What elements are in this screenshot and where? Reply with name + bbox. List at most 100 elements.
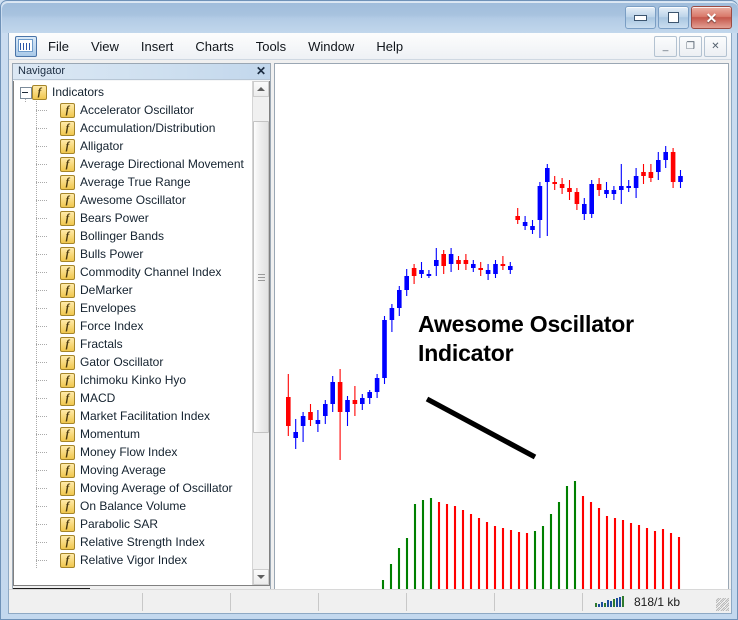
scroll-down-button[interactable] [253,569,269,585]
navigator-close-icon[interactable]: ✕ [256,64,266,79]
tree-item-label: Awesome Oscillator [80,193,186,207]
tree-item-moving-average-of-oscillator[interactable]: f Moving Average of Oscillator [14,479,252,497]
chevron-down-icon [257,575,265,579]
client-area: File View Insert Charts Tools Window Hel… [8,33,732,614]
tree-item-momentum[interactable]: f Momentum [14,425,252,443]
tree-item-label: MACD [80,391,116,405]
tree-item-parabolic-sar[interactable]: f Parabolic SAR [14,515,252,533]
tree-item-label: Force Index [80,319,144,333]
tree-item-force-index[interactable]: f Force Index [14,317,252,335]
tree-item-accumulation-distribution[interactable]: f Accumulation/Distribution [14,119,252,137]
minimize-icon [634,14,647,21]
tree-item-relative-strength-index[interactable]: f Relative Strength Index [14,533,252,551]
indicator-function-icon: f [60,120,75,136]
tree-item-awesome-oscillator[interactable]: f Awesome Oscillator [14,191,252,209]
scroll-up-button[interactable] [253,81,269,97]
tree-item-commodity-channel-index[interactable]: f Commodity Channel Index [14,263,252,281]
tree-item-envelopes[interactable]: f Envelopes [14,299,252,317]
tree-item-label: Bears Power [80,211,149,225]
mdi-close-button[interactable]: ✕ [704,35,727,57]
tree-item-money-flow-index[interactable]: f Money Flow Index [14,443,252,461]
menu-item-tools[interactable]: Tools [245,35,297,58]
tree-item-moving-average[interactable]: f Moving Average [14,461,252,479]
tree-item-label: Relative Vigor Index [80,553,188,567]
indicator-function-icon: f [60,174,75,190]
collapse-toggle-icon[interactable] [20,87,32,99]
window-frame: ✕ File View Insert Charts Tools Window H… [0,0,738,620]
menu-item-insert[interactable]: Insert [130,35,185,58]
menu-item-file[interactable]: File [37,35,80,58]
tree-item-bollinger-bands[interactable]: f Bollinger Bands [14,227,252,245]
tree-item-bulls-power[interactable]: f Bulls Power [14,245,252,263]
indicator-function-icon: f [60,516,75,532]
minimize-button[interactable] [625,6,656,29]
tree-item-bears-power[interactable]: f Bears Power [14,209,252,227]
status-cell-5 [407,592,495,611]
menu-item-help[interactable]: Help [365,35,414,58]
signal-bar [601,602,603,607]
tree-item-macd[interactable]: f MACD [14,389,252,407]
tree-item-label: Accelerator Oscillator [80,103,195,117]
scrollbar-thumb[interactable] [253,121,269,433]
indicator-function-icon: f [60,336,75,352]
tree-item-relative-vigor-index[interactable]: f Relative Vigor Index [14,551,252,569]
menu-item-window[interactable]: Window [297,35,365,58]
tree-item-demarker[interactable]: f DeMarker [14,281,252,299]
tree-item-market-facilitation-index[interactable]: f Market Facilitation Index [14,407,252,425]
chart-window[interactable]: Awesome Oscillator Indicator [274,63,729,608]
status-cell-2 [143,592,231,611]
tree-item-on-balance-volume[interactable]: f On Balance Volume [14,497,252,515]
tree-item-label: Envelopes [80,301,137,315]
indicator-function-icon: f [60,390,75,406]
signal-bar [607,600,609,607]
close-button[interactable]: ✕ [691,6,732,29]
indicator-function-icon: f [60,264,75,280]
tree-item-accelerator-oscillator[interactable]: f Accelerator Oscillator [14,101,252,119]
metatrader-app-icon [15,35,37,57]
mdi-minimize-button[interactable]: _ [654,35,677,57]
tree-item-label: Ichimoku Kinko Hyo [80,373,187,387]
tree-item-ichimoku-kinko-hyo[interactable]: f Ichimoku Kinko Hyo [14,371,252,389]
indicator-function-icon: f [60,156,75,172]
resize-grip-icon[interactable] [716,598,729,611]
maximize-button[interactable] [658,6,689,29]
tree-item-average-true-range[interactable]: f Average True Range [14,173,252,191]
navigator-scrollbar[interactable] [252,81,269,585]
tree-item-gator-oscillator[interactable]: f Gator Oscillator [14,353,252,371]
indicator-function-icon: f [32,84,47,100]
tree-item-label: Moving Average [80,463,166,477]
tree-item-average-directional-movement[interactable]: f Average Directional Movement [14,155,252,173]
tree-item-alligator[interactable]: f Alligator [14,137,252,155]
signal-bar [610,601,612,607]
indicator-function-icon: f [60,408,75,424]
tree-item-label: Bollinger Bands [80,229,165,243]
mdi-restore-button[interactable]: ❐ [679,35,702,57]
menu-item-view[interactable]: View [80,35,130,58]
tree-item-fractals[interactable]: f Fractals [14,335,252,353]
navigator-title-label: Navigator [18,65,66,77]
signal-bar [619,597,621,607]
indicator-function-icon: f [60,192,75,208]
tree-item-label: Relative Strength Index [80,535,205,549]
tree-item-label: Average Directional Movement [80,157,244,171]
annotation-line-1: Awesome Oscillator [418,311,634,337]
tree-item-label: Parabolic SAR [80,517,159,531]
status-bar: 818/1 kb [9,589,731,613]
indicator-function-icon: f [60,354,75,370]
signal-bar [616,598,618,607]
scrollbar-grip-icon [258,274,265,281]
indicator-function-icon: f [60,426,75,442]
tree-item-label: Bulls Power [80,247,144,261]
tree-node-indicators[interactable]: f Indicators [14,83,252,103]
signal-bar [622,596,624,607]
menu-item-charts[interactable]: Charts [184,35,244,58]
status-cell-6 [495,592,583,611]
window-controls: ✕ [625,6,732,29]
indicator-function-icon: f [60,210,75,226]
indicator-function-icon: f [60,534,75,550]
navigator-panel: Navigator ✕ f Indicators f Accelerator Osci… [12,63,271,608]
indicator-function-icon: f [60,282,75,298]
chevron-up-icon [257,87,265,91]
tree-item-label: Average True Range [80,175,191,189]
indicator-function-icon: f [60,318,75,334]
